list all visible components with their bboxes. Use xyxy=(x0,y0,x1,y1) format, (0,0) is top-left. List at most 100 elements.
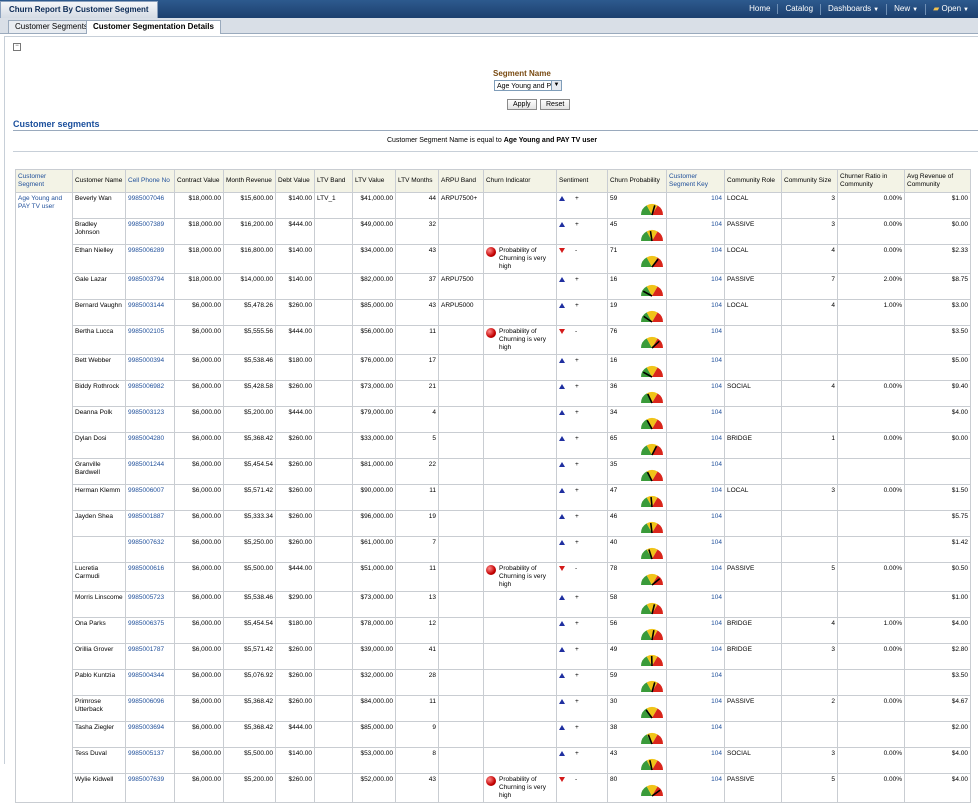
segment-key-link[interactable]: 104 xyxy=(667,563,725,592)
segment-name-select[interactable]: Age Young and P ▼ xyxy=(494,80,562,91)
cell-phone-link[interactable]: 9985007632 xyxy=(126,537,175,563)
cell-phone-link[interactable]: 9985000394 xyxy=(126,355,175,381)
cell-phone-link[interactable]: 9985001887 xyxy=(126,511,175,537)
ltv-band-cell xyxy=(315,644,353,670)
gauge-icon xyxy=(640,251,664,268)
table-row: Pablo Kuntzia9985004344$6,000.00$5,076.9… xyxy=(16,670,971,696)
segment-key-link[interactable]: 104 xyxy=(667,485,725,511)
cell-phone-link[interactable]: 9985001787 xyxy=(126,644,175,670)
segment-key-link[interactable]: 104 xyxy=(667,381,725,407)
segment-key-link[interactable]: 104 xyxy=(667,459,725,485)
avg-revenue-cell: $5.75 xyxy=(905,511,971,537)
churn-indicator-cell xyxy=(484,592,557,618)
nav-dashboards-label: Dashboards xyxy=(828,4,871,13)
ltv-value-cell: $96,000.00 xyxy=(353,511,396,537)
segment-key-link[interactable]: 104 xyxy=(667,537,725,563)
segment-key-link[interactable]: 104 xyxy=(667,774,725,803)
nav-home[interactable]: Home xyxy=(742,4,777,14)
arpu-band-cell xyxy=(439,511,484,537)
cell-phone-link[interactable]: 9985006007 xyxy=(126,485,175,511)
arpu-band-cell xyxy=(439,433,484,459)
alert-dot-icon xyxy=(486,776,496,786)
cell-phone-link[interactable]: 9985005723 xyxy=(126,592,175,618)
cell-phone-link[interactable]: 9985005137 xyxy=(126,748,175,774)
segment-key-link[interactable]: 104 xyxy=(667,245,725,274)
nav-dashboards[interactable]: Dashboards▼ xyxy=(820,4,886,15)
segment-key-link[interactable]: 104 xyxy=(667,407,725,433)
nav-open[interactable]: ▰ Open▼ xyxy=(925,4,976,15)
cell-phone-link[interactable]: 9985006375 xyxy=(126,618,175,644)
community-size-cell: 3 xyxy=(782,748,838,774)
segment-key-link[interactable]: 104 xyxy=(667,274,725,300)
customer-name-cell: Granville Bardwell xyxy=(73,459,126,485)
cell-phone-link[interactable]: 9985007389 xyxy=(126,219,175,245)
cell-phone-link[interactable]: 9985003794 xyxy=(126,274,175,300)
arpu-band-cell xyxy=(439,219,484,245)
table-row: Primrose Utterback9985006096$6,000.00$5,… xyxy=(16,696,971,722)
segment-key-link[interactable]: 104 xyxy=(667,355,725,381)
nav-catalog[interactable]: Catalog xyxy=(777,4,820,14)
cell-phone-link[interactable]: 9985006096 xyxy=(126,696,175,722)
cell-phone-link[interactable]: 9985003694 xyxy=(126,722,175,748)
avg-revenue-cell: $2.00 xyxy=(905,722,971,748)
ltv-months-cell: 28 xyxy=(396,670,439,696)
segment-key-link[interactable]: 104 xyxy=(667,219,725,245)
apply-button[interactable]: Apply xyxy=(507,99,537,110)
cell-phone-link[interactable]: 9985006982 xyxy=(126,381,175,407)
churn-probability-cell: 36 xyxy=(608,381,667,407)
cell-phone-link[interactable]: 9985004280 xyxy=(126,433,175,459)
col-header[interactable]: Cell Phone No xyxy=(126,170,175,193)
col-header[interactable]: Customer Segment xyxy=(16,170,73,193)
cell-phone-link[interactable]: 9985001244 xyxy=(126,459,175,485)
segment-cell[interactable]: Age Young and PAY TV user xyxy=(16,193,73,803)
debt-value-cell: $444.00 xyxy=(276,326,315,355)
community-size-cell: 5 xyxy=(782,563,838,592)
month-revenue-cell: $5,478.26 xyxy=(224,300,276,326)
cell-phone-link[interactable]: 9985003144 xyxy=(126,300,175,326)
cell-phone-link[interactable]: 9985007639 xyxy=(126,774,175,803)
churn-probability-value: 34 xyxy=(610,409,617,417)
segment-key-link[interactable]: 104 xyxy=(667,748,725,774)
cell-phone-link[interactable]: 9985003123 xyxy=(126,407,175,433)
cell-phone-link[interactable]: 9985002105 xyxy=(126,326,175,355)
table-row: Biddy Rothrock9985006982$6,000.00$5,428.… xyxy=(16,381,971,407)
tab-customer-segmentation-details[interactable]: Customer Segmentation Details xyxy=(86,20,221,34)
col-header[interactable]: Customer Segment Key xyxy=(667,170,725,193)
community-role-cell xyxy=(725,592,782,618)
reset-button[interactable]: Reset xyxy=(540,99,570,110)
cell-phone-link[interactable]: 9985006289 xyxy=(126,245,175,274)
segment-key-link[interactable]: 104 xyxy=(667,618,725,644)
debt-value-cell: $140.00 xyxy=(276,748,315,774)
segment-key-link[interactable]: 104 xyxy=(667,433,725,459)
collapse-icon[interactable]: − xyxy=(13,43,21,51)
triangle-up-icon xyxy=(559,540,565,545)
cell-phone-link[interactable]: 9985000616 xyxy=(126,563,175,592)
community-size-cell: 3 xyxy=(782,193,838,219)
nav-new[interactable]: New▼ xyxy=(886,4,925,15)
segment-key-link[interactable]: 104 xyxy=(667,300,725,326)
table-row: Orillia Grover9985001787$6,000.00$5,571.… xyxy=(16,644,971,670)
cell-phone-link[interactable]: 9985004344 xyxy=(126,670,175,696)
churner-ratio-cell: 0.00% xyxy=(838,563,905,592)
segment-key-link[interactable]: 104 xyxy=(667,644,725,670)
segment-key-link[interactable]: 104 xyxy=(667,592,725,618)
sentiment-sign: - xyxy=(575,776,577,783)
segment-key-link[interactable]: 104 xyxy=(667,670,725,696)
churner-ratio-cell: 1.00% xyxy=(838,618,905,644)
segment-key-link[interactable]: 104 xyxy=(667,326,725,355)
churn-indicator-cell xyxy=(484,670,557,696)
churn-probability-value: 78 xyxy=(610,565,617,573)
community-size-cell xyxy=(782,537,838,563)
tab-customer-segments[interactable]: Customer Segments xyxy=(8,20,95,33)
segment-key-link[interactable]: 104 xyxy=(667,722,725,748)
segment-key-link[interactable]: 104 xyxy=(667,511,725,537)
sentiment-cell: + xyxy=(557,381,608,407)
ltv-band-cell xyxy=(315,670,353,696)
cell-phone-link[interactable]: 9985007046 xyxy=(126,193,175,219)
avg-revenue-cell: $4.00 xyxy=(905,618,971,644)
segment-key-link[interactable]: 104 xyxy=(667,696,725,722)
segment-key-link[interactable]: 104 xyxy=(667,193,725,219)
community-role-cell xyxy=(725,511,782,537)
ltv-months-cell: 17 xyxy=(396,355,439,381)
churn-probability-value: 49 xyxy=(610,646,617,654)
